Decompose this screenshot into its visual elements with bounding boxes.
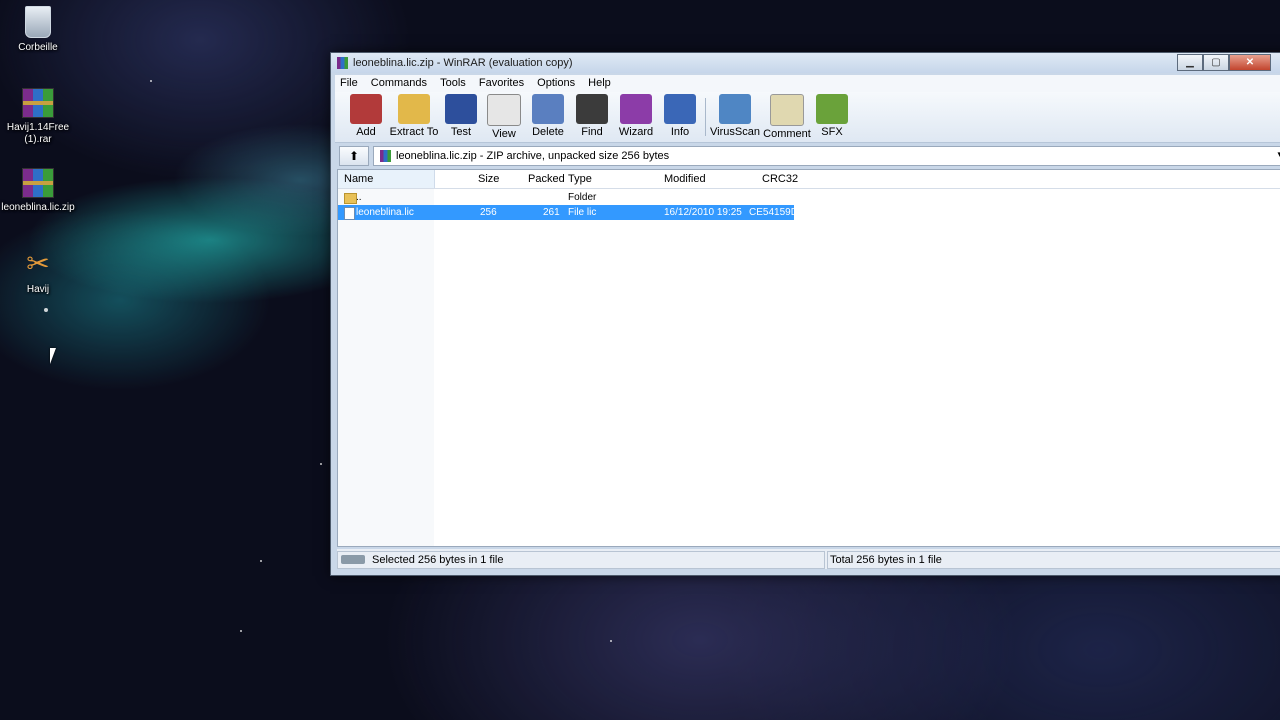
desktop-icon-label: Havij xyxy=(26,284,50,295)
status-left-pane: Selected 256 bytes in 1 file xyxy=(337,551,825,569)
desktop-icon-label: Havij1.14Free (1).rar xyxy=(6,122,70,145)
row-type: Folder xyxy=(568,192,597,203)
drive-status-icon xyxy=(341,555,365,564)
info-label: Info xyxy=(670,126,690,138)
title-bar[interactable]: leoneblina.lic.zip - WinRAR (evaluation … xyxy=(331,53,1280,73)
star xyxy=(260,560,262,562)
row-modified: 16/12/2010 19:25 xyxy=(664,207,742,218)
sfx-button[interactable]: SFX xyxy=(807,94,857,138)
desktop-icon-recycle-bin[interactable]: Corbeille xyxy=(0,6,76,54)
virusscan-icon xyxy=(719,94,751,124)
info-button[interactable]: Info xyxy=(655,94,705,138)
row-size: 256 xyxy=(480,207,497,218)
address-field[interactable]: leoneblina.lic.zip - ZIP archive, unpack… xyxy=(373,146,1280,166)
extract-folder-icon xyxy=(398,94,430,124)
view-label: View xyxy=(492,128,516,140)
virusscan-label: VirusScan xyxy=(710,126,760,138)
column-header-crc32[interactable]: CRC32 xyxy=(762,173,798,185)
table-row-selected[interactable]: leoneblina.lic 256 261 File lic 16/12/20… xyxy=(338,205,798,220)
delete-icon xyxy=(532,94,564,124)
mouse-cursor-icon xyxy=(50,348,62,364)
minimize-button[interactable]: ▁ xyxy=(1177,54,1203,71)
menu-favorites[interactable]: Favorites xyxy=(474,75,529,91)
table-row-parent-folder[interactable]: .. Folder xyxy=(338,190,794,205)
toolbar-separator xyxy=(705,98,706,136)
status-selected-text: Selected 256 bytes in 1 file xyxy=(372,554,504,566)
row-name: .. xyxy=(356,192,362,203)
star xyxy=(150,80,152,82)
extract-to-label: Extract To xyxy=(389,126,439,138)
row-type: File lic xyxy=(568,207,597,218)
address-text: leoneblina.lic.zip - ZIP archive, unpack… xyxy=(396,150,670,162)
column-header-packed[interactable]: Packed xyxy=(528,173,565,185)
test-book-icon xyxy=(445,94,477,124)
address-bar: ⬆ leoneblina.lic.zip - ZIP archive, unpa… xyxy=(339,145,1280,166)
status-bar: Selected 256 bytes in 1 file Total 256 b… xyxy=(337,549,1280,569)
maximize-button[interactable]: ▢ xyxy=(1203,54,1229,71)
comment-button[interactable]: Comment xyxy=(760,94,814,140)
star xyxy=(610,640,612,642)
menu-commands[interactable]: Commands xyxy=(366,75,432,91)
row-packed: 261 xyxy=(543,207,560,218)
sfx-label: SFX xyxy=(821,126,843,138)
row-crc32: CE54159D xyxy=(749,207,798,218)
menu-file[interactable]: File xyxy=(335,75,363,91)
winrar-app-icon xyxy=(337,57,348,69)
menu-tools[interactable]: Tools xyxy=(435,75,471,91)
wizard-label: Wizard xyxy=(618,126,654,138)
winrar-window: leoneblina.lic.zip - WinRAR (evaluation … xyxy=(330,52,1280,576)
view-glasses-icon xyxy=(487,94,521,126)
file-icon xyxy=(344,207,355,220)
comment-label: Comment xyxy=(763,128,811,140)
find-label: Find xyxy=(581,126,603,138)
delete-label: Delete xyxy=(532,126,564,138)
star xyxy=(240,630,242,632)
menu-options[interactable]: Options xyxy=(532,75,580,91)
recycle-bin-icon xyxy=(25,6,51,38)
extract-to-button[interactable]: Extract To xyxy=(389,94,439,138)
zip-archive-icon xyxy=(380,150,391,162)
wizard-button[interactable]: Wizard xyxy=(611,94,661,138)
wizard-icon xyxy=(620,94,652,124)
add-archive-icon xyxy=(350,94,382,124)
sfx-icon xyxy=(816,94,848,124)
name-column-shade xyxy=(338,189,434,546)
menu-bar: File Commands Tools Favorites Options He… xyxy=(335,75,1280,92)
comment-icon xyxy=(770,94,804,126)
desktop-icon-leoneblina-zip[interactable]: leoneblina.lic.zip xyxy=(0,168,76,214)
winrar-archive-icon xyxy=(22,88,54,118)
row-name: leoneblina.lic xyxy=(356,207,414,218)
add-label: Add xyxy=(356,126,376,138)
delete-button[interactable]: Delete xyxy=(523,94,573,138)
desktop-icon-label: Corbeille xyxy=(18,42,58,53)
winrar-archive-icon xyxy=(22,168,54,198)
virusscan-button[interactable]: VirusScan xyxy=(708,94,762,138)
toolbar: Add Extract To Test View Delete Find Wiz… xyxy=(335,92,1280,143)
up-folder-button[interactable]: ⬆ xyxy=(339,146,369,166)
column-header-row: Name Size Packed Type Modified CRC32 xyxy=(338,170,1280,189)
column-header-modified[interactable]: Modified xyxy=(664,173,706,185)
find-binoculars-icon xyxy=(576,94,608,124)
find-button[interactable]: Find xyxy=(567,94,617,138)
close-button[interactable]: ✕ xyxy=(1229,54,1271,71)
view-button[interactable]: View xyxy=(479,94,529,140)
column-header-type[interactable]: Type xyxy=(568,173,592,185)
menu-help[interactable]: Help xyxy=(583,75,616,91)
desktop-icon-label: leoneblina.lic.zip xyxy=(1,202,75,213)
info-icon xyxy=(664,94,696,124)
desktop-icon-havij[interactable]: ✂ Havij xyxy=(0,248,76,296)
column-header-name[interactable]: Name xyxy=(344,173,373,185)
window-controls: ▁ ▢ ✕ xyxy=(1177,54,1271,71)
status-right-pane: Total 256 bytes in 1 file xyxy=(827,551,1280,569)
havij-shortcut-icon: ✂ xyxy=(26,248,50,279)
add-button[interactable]: Add xyxy=(341,94,391,138)
status-total-text: Total 256 bytes in 1 file xyxy=(830,554,942,566)
window-title: leoneblina.lic.zip - WinRAR (evaluation … xyxy=(353,57,573,69)
desktop-icon-havij-rar[interactable]: Havij1.14Free (1).rar xyxy=(0,88,76,146)
star xyxy=(44,308,48,312)
star xyxy=(320,463,322,465)
file-list: Name Size Packed Type Modified CRC32 .. … xyxy=(337,169,1280,547)
column-header-size[interactable]: Size xyxy=(478,173,499,185)
